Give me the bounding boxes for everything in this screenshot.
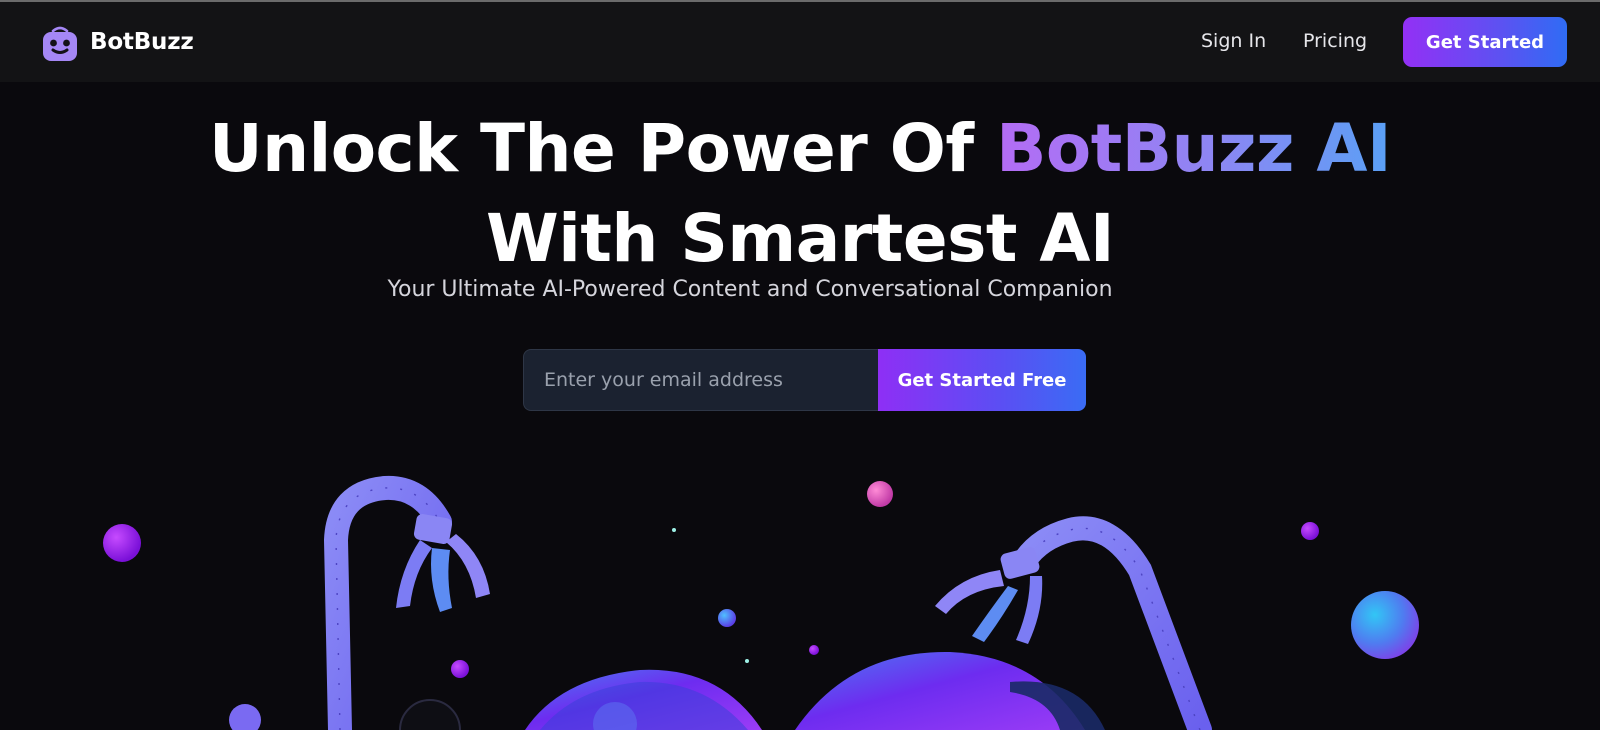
right-claw — [935, 547, 1043, 644]
floating-orb — [451, 660, 469, 678]
floating-orb — [867, 481, 893, 507]
floating-orb — [103, 524, 141, 562]
sparkle — [672, 528, 676, 532]
floating-orb — [1301, 522, 1319, 540]
hero-subtitle: Your Ultimate AI-Powered Content and Con… — [387, 277, 1113, 302]
brand-name: BotBuzz — [90, 29, 194, 55]
get-started-button[interactable]: Get Started — [1403, 17, 1567, 67]
floating-orb — [718, 609, 736, 627]
get-started-free-button[interactable]: Get Started Free — [878, 349, 1086, 411]
floating-orb — [1351, 591, 1419, 659]
robot-face-icon — [43, 26, 77, 61]
pricing-link[interactable]: Pricing — [1303, 30, 1367, 56]
email-signup-form: Get Started Free — [523, 349, 1086, 411]
hero-title-line-2: With Smartest AI — [485, 200, 1115, 277]
hero-title: Unlock The Power Of BotBuzz AI With Smar… — [0, 104, 1600, 284]
navbar: BotBuzz Sign In Pricing Get Started — [0, 2, 1600, 82]
brand-link[interactable]: BotBuzz — [42, 22, 194, 62]
hero-title-highlight: BotBuzz AI — [996, 110, 1391, 187]
hero-title-prefix: Unlock The Power Of — [209, 110, 997, 187]
hero-title-line-1: Unlock The Power Of BotBuzz AI — [0, 104, 1600, 194]
sparkle — [745, 659, 749, 663]
email-input[interactable] — [523, 349, 878, 411]
robot-claws-illustration — [103, 475, 1419, 730]
sign-in-link[interactable]: Sign In — [1201, 30, 1266, 56]
left-claw — [396, 514, 490, 612]
floating-orb — [809, 645, 819, 655]
